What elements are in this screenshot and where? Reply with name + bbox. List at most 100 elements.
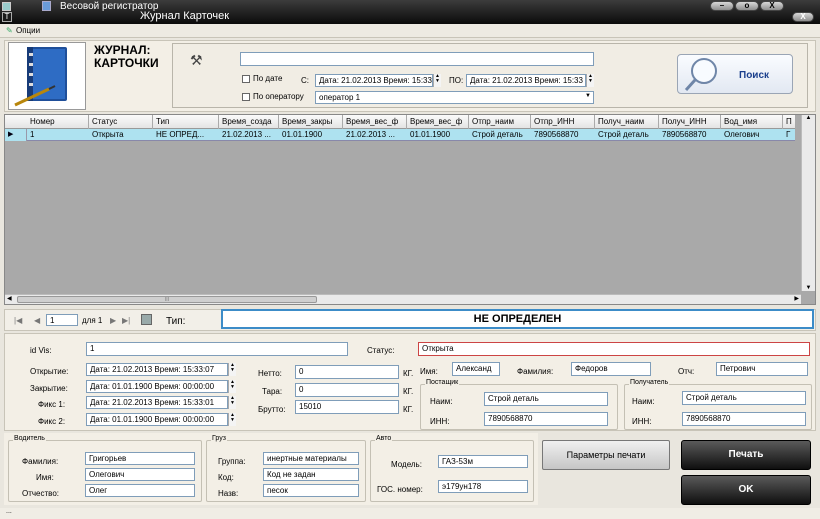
receiver-inn-field[interactable]: 7890568870 xyxy=(682,412,806,426)
table-cell[interactable]: 21.02.2013 ... xyxy=(219,129,279,141)
cargo-name-field[interactable]: песок xyxy=(263,484,359,497)
column-header[interactable]: Время_закры xyxy=(279,115,343,129)
person-patr-label: Отч: xyxy=(678,367,695,376)
search-button[interactable] xyxy=(677,54,793,94)
driver-patr-label: Отчество: xyxy=(22,489,59,498)
table-cell[interactable]: Строй деталь xyxy=(469,129,531,141)
column-header[interactable]: Отпр_наим xyxy=(469,115,531,129)
by-date-label: По дате xyxy=(253,74,283,83)
status-label: Статус: xyxy=(367,346,395,355)
sender-inn-field[interactable]: 7890568870 xyxy=(484,412,608,426)
auto-plate-field[interactable]: э179ун178 xyxy=(438,480,528,493)
column-header[interactable]: Получ_ИНН xyxy=(659,115,721,129)
from-date-field[interactable]: Дата: 21.02.2013 Время: 15:33 xyxy=(315,74,433,87)
open-label: Открытие: xyxy=(30,367,69,376)
receiver-name-field[interactable]: Строй деталь xyxy=(682,391,806,405)
cargo-group-field[interactable]: инертные материалы xyxy=(263,452,359,465)
table-cell[interactable]: 01.01.1900 xyxy=(279,129,343,141)
driver-name-field[interactable]: Олегович xyxy=(85,468,195,481)
fix1-date-field[interactable]: Дата: 21.02.2013 Время: 15:33:01 xyxy=(86,396,228,409)
tare-field[interactable]: 0 xyxy=(295,383,399,397)
open-date-spinner[interactable]: ▲ ▼ xyxy=(228,363,236,376)
table-cell[interactable]: 1 xyxy=(27,129,89,141)
fix2-label: Фикс 2: xyxy=(38,417,66,426)
auto-model-field[interactable]: ГАЗ-53м xyxy=(438,455,528,468)
chevron-down-icon[interactable]: ▼ xyxy=(585,93,591,99)
driver-patr-field[interactable]: Олег xyxy=(85,484,195,497)
minimize-button[interactable]: – xyxy=(710,1,734,11)
operator-select[interactable]: оператор 1 xyxy=(315,91,594,104)
maximize-button[interactable]: o xyxy=(735,1,759,11)
sender-name-field[interactable]: Строй деталь xyxy=(484,392,608,406)
search-button-label[interactable]: Поиск xyxy=(739,70,769,81)
print-button[interactable]: Печать xyxy=(681,440,811,470)
nav-next-button[interactable]: ▶ xyxy=(110,316,116,325)
nav-first-button[interactable]: |◀ xyxy=(14,316,22,325)
column-header[interactable]: Вод_имя xyxy=(721,115,783,129)
horizontal-scrollbar[interactable]: ◀ III ▶ xyxy=(5,294,801,304)
person-patr-field[interactable]: Петрович xyxy=(716,362,808,376)
column-header[interactable]: Время_созда xyxy=(219,115,279,129)
cargo-group-label: Группа: xyxy=(218,457,246,466)
person-name-field[interactable]: Александ xyxy=(452,362,500,376)
table-cell[interactable]: НЕ ОПРЕД... xyxy=(153,129,219,141)
column-header[interactable]: Время_вес_ф xyxy=(343,115,407,129)
sender-inn-label: ИНН: xyxy=(430,417,450,426)
close-date-field[interactable]: Дата: 01.01.1900 Время: 00:00:00 xyxy=(86,380,228,393)
close-form-button[interactable]: X xyxy=(792,12,814,22)
status-field[interactable]: Открыта xyxy=(418,342,810,356)
table-cell[interactable]: 21.02.2013 ... xyxy=(343,129,407,141)
tare-unit: КГ. xyxy=(403,387,414,396)
column-header[interactable]: Отпр_ИНН xyxy=(531,115,595,129)
cargo-code-field[interactable]: Код не задан xyxy=(263,468,359,481)
options-menu[interactable]: Опции xyxy=(16,26,40,35)
id-field[interactable]: 1 xyxy=(86,342,348,356)
options-bar: ✎ Опции xyxy=(0,24,820,38)
from-date-spinner[interactable]: ▲ ▼ xyxy=(433,74,441,87)
column-header[interactable]: Получ_наим xyxy=(595,115,659,129)
vertical-scrollbar[interactable]: ▲ ▼ xyxy=(801,115,815,291)
fix2-date-spinner[interactable]: ▲ ▼ xyxy=(228,413,236,426)
close-button[interactable]: X xyxy=(760,1,784,11)
to-date-spinner[interactable]: ▲ ▼ xyxy=(586,74,594,87)
fix1-date-spinner[interactable]: ▲ ▼ xyxy=(228,396,236,409)
cargo-group-title: Груз xyxy=(211,435,227,442)
window-menu-icon[interactable]: T xyxy=(2,12,12,22)
table-cell[interactable]: 7890568870 xyxy=(659,129,721,141)
net-field[interactable]: 0 xyxy=(295,365,399,379)
table-cell[interactable]: Олегович xyxy=(721,129,783,141)
column-header[interactable]: Номер xyxy=(27,115,89,129)
search-input[interactable] xyxy=(240,52,594,66)
save-icon[interactable] xyxy=(141,314,152,325)
table-cell[interactable]: Строй деталь xyxy=(595,129,659,141)
to-date-field[interactable]: Дата: 21.02.2013 Время: 15:33 xyxy=(466,74,586,87)
driver-group-title: Водитель xyxy=(13,435,46,442)
ok-button[interactable]: OK xyxy=(681,475,811,505)
hscroll-thumb[interactable]: III xyxy=(17,296,317,303)
table-cell[interactable]: 01.01.1900 xyxy=(407,129,469,141)
options-icon: ✎ xyxy=(6,26,13,35)
column-header[interactable]: Время_вес_ф xyxy=(407,115,469,129)
nav-prev-button[interactable]: ◀ xyxy=(34,316,40,325)
nav-position-input[interactable]: 1 xyxy=(46,314,78,326)
table-cell[interactable]: Открыта xyxy=(89,129,153,141)
column-header[interactable]: Статус xyxy=(89,115,153,129)
fix2-date-field[interactable]: Дата: 01.01.1900 Время: 00:00:00 xyxy=(86,413,228,426)
row-indicator-icon: ▶ xyxy=(5,129,27,141)
gross-field[interactable]: 15010 xyxy=(295,400,399,414)
auto-group-title: Авто xyxy=(375,435,393,442)
open-date-field[interactable]: Дата: 21.02.2013 Время: 15:33:07 xyxy=(86,363,228,376)
search-icon xyxy=(684,58,717,92)
nav-last-button[interactable]: ▶| xyxy=(122,316,130,325)
column-header[interactable]: П xyxy=(783,115,797,129)
column-header[interactable]: Тип xyxy=(153,115,219,129)
by-operator-checkbox[interactable] xyxy=(242,93,250,101)
print-params-button[interactable]: Параметры печати xyxy=(542,440,670,470)
person-surname-field[interactable]: Федоров xyxy=(571,362,651,376)
table-row[interactable]: 1 Открыта НЕ ОПРЕД... 21.02.2013 ... 01.01.1… xyxy=(5,129,795,141)
by-date-checkbox[interactable] xyxy=(242,75,250,83)
table-cell[interactable]: Г xyxy=(783,129,797,141)
table-cell[interactable]: 7890568870 xyxy=(531,129,595,141)
driver-surname-field[interactable]: Григорьев xyxy=(85,452,195,465)
close-date-spinner[interactable]: ▲ ▼ xyxy=(228,380,236,393)
